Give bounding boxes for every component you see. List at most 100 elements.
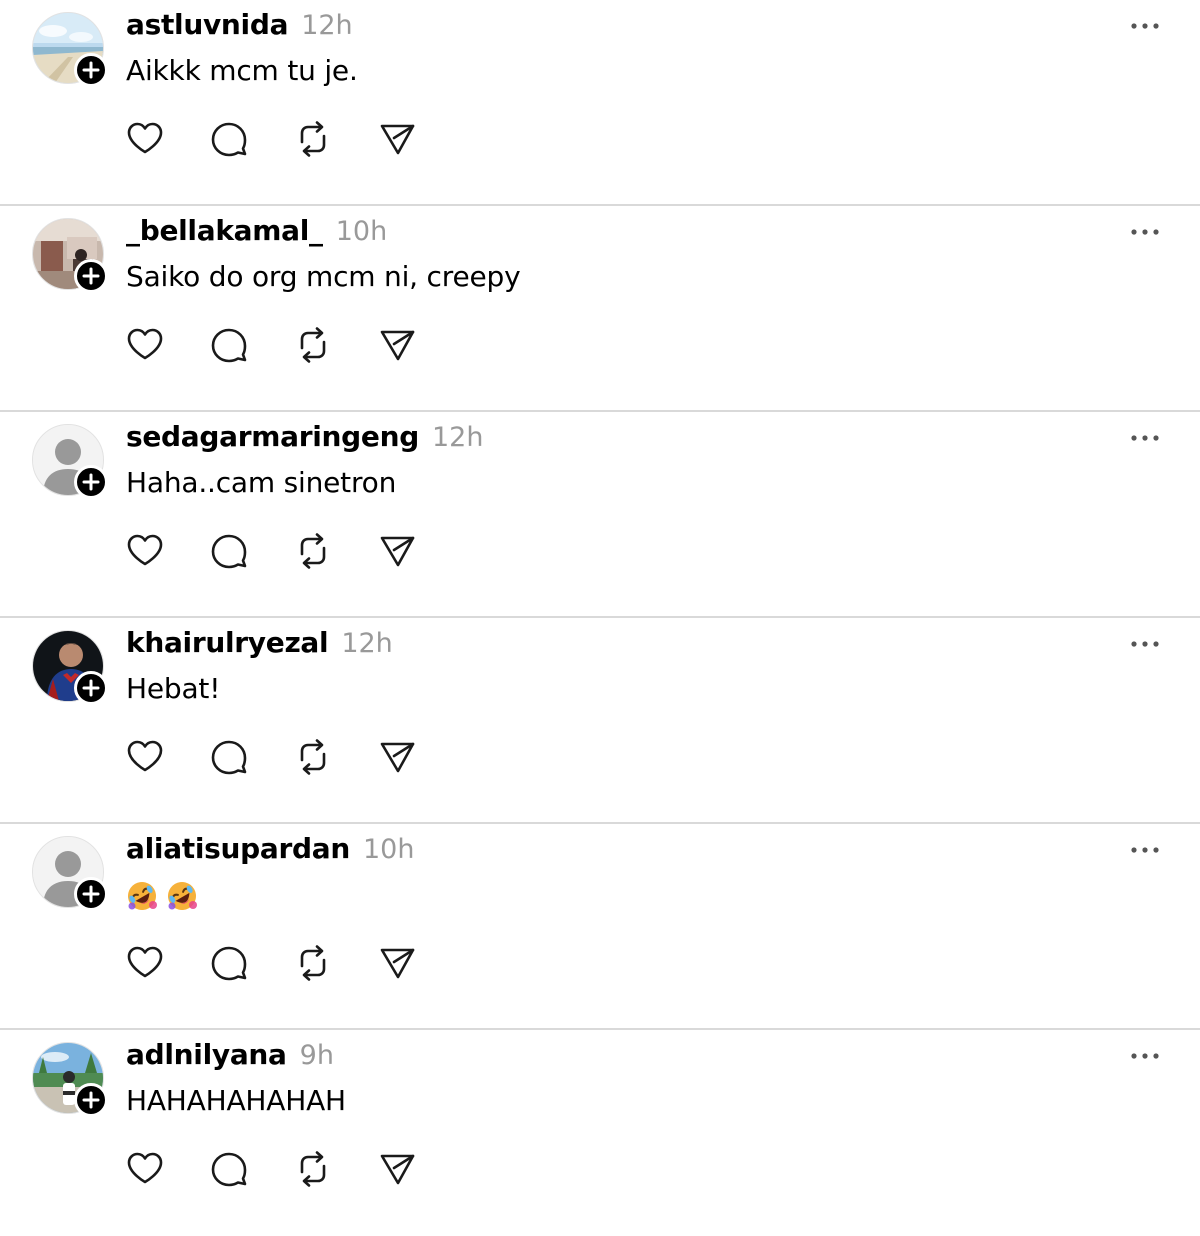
comment-icon: [211, 122, 247, 157]
timestamp[interactable]: 12h: [341, 628, 392, 659]
like-button[interactable]: [124, 118, 166, 160]
action-bar: [124, 942, 460, 986]
action-bar: [124, 118, 460, 162]
more-horizontal-icon: [1131, 23, 1159, 29]
share-button[interactable]: [376, 942, 418, 984]
follow-button[interactable]: [74, 877, 108, 911]
more-options-button[interactable]: [1128, 424, 1162, 452]
send-icon: [380, 536, 415, 567]
more-horizontal-icon: [1131, 641, 1159, 647]
more-options-button[interactable]: [1128, 12, 1162, 40]
post-header: aliatisupardan 10h: [126, 832, 414, 872]
more-options-button[interactable]: [1128, 1042, 1162, 1070]
action-bar: [124, 530, 460, 574]
send-icon: [380, 948, 415, 979]
emoji-row: [126, 880, 198, 912]
repost-icon: [300, 121, 326, 157]
reply-button[interactable]: [208, 942, 250, 984]
timestamp[interactable]: 12h: [432, 422, 483, 453]
username[interactable]: _bellakamal_: [126, 214, 323, 247]
post: _bellakamal_ 10h Saiko do org mcm ni, cr…: [0, 206, 1200, 412]
post: adlnilyana 9h HAHAHAHAHAH: [0, 1030, 1200, 1236]
more-options-button[interactable]: [1128, 218, 1162, 246]
follow-button[interactable]: [74, 53, 108, 87]
follow-button[interactable]: [74, 465, 108, 499]
avatar-container[interactable]: [32, 630, 108, 705]
send-icon: [380, 330, 415, 361]
more-horizontal-icon: [1131, 435, 1159, 441]
post-header: khairulryezal 12h: [126, 626, 393, 666]
replies-feed: astluvnida 12h Aikkk mcm tu je. _bellaka…: [0, 0, 1200, 1236]
action-bar: [124, 324, 460, 368]
username[interactable]: khairulryezal: [126, 626, 329, 659]
repost-button[interactable]: [292, 324, 334, 366]
timestamp[interactable]: 10h: [363, 834, 414, 865]
like-button[interactable]: [124, 530, 166, 572]
avatar-container[interactable]: [32, 1042, 108, 1117]
avatar-container[interactable]: [32, 218, 108, 293]
reply-button[interactable]: [208, 1148, 250, 1190]
post-header: _bellakamal_ 10h: [126, 214, 387, 254]
post: aliatisupardan 10h: [0, 824, 1200, 1030]
send-icon: [380, 742, 415, 773]
more-options-button[interactable]: [1128, 836, 1162, 864]
repost-button[interactable]: [292, 118, 334, 160]
follow-button[interactable]: [74, 259, 108, 293]
post-text: Haha..cam sinetron: [126, 466, 397, 499]
repost-icon: [300, 739, 326, 775]
plus-icon: [82, 679, 100, 697]
plus-icon: [82, 61, 100, 79]
post-text: Aikkk mcm tu je.: [126, 54, 358, 87]
avatar-container[interactable]: [32, 836, 108, 911]
heart-icon: [127, 740, 163, 772]
more-options-button[interactable]: [1128, 630, 1162, 658]
reply-button[interactable]: [208, 118, 250, 160]
like-button[interactable]: [124, 1148, 166, 1190]
username[interactable]: astluvnida: [126, 8, 289, 41]
repost-button[interactable]: [292, 530, 334, 572]
repost-button[interactable]: [292, 1148, 334, 1190]
more-horizontal-icon: [1131, 1053, 1159, 1059]
like-button[interactable]: [124, 942, 166, 984]
timestamp[interactable]: 10h: [336, 216, 387, 247]
reply-button[interactable]: [208, 324, 250, 366]
send-icon: [380, 124, 415, 155]
repost-icon: [300, 1151, 326, 1187]
comment-icon: [211, 1152, 247, 1187]
comment-icon: [211, 740, 247, 775]
post-text: HAHAHAHAHAH: [126, 1084, 346, 1117]
post-text: Hebat!: [126, 672, 221, 705]
like-button[interactable]: [124, 736, 166, 778]
follow-button[interactable]: [74, 671, 108, 705]
post-header: astluvnida 12h: [126, 8, 353, 48]
avatar-container[interactable]: [32, 424, 108, 499]
username[interactable]: aliatisupardan: [126, 832, 350, 865]
timestamp[interactable]: 9h: [300, 1040, 334, 1071]
share-button[interactable]: [376, 530, 418, 572]
timestamp[interactable]: 12h: [301, 10, 352, 41]
plus-icon: [82, 267, 100, 285]
avatar-container[interactable]: [32, 12, 108, 87]
follow-button[interactable]: [74, 1083, 108, 1117]
share-button[interactable]: [376, 324, 418, 366]
username[interactable]: sedagarmaringeng: [126, 420, 419, 453]
share-button[interactable]: [376, 1148, 418, 1190]
comment-icon: [211, 534, 247, 569]
post-header: sedagarmaringeng 12h: [126, 420, 483, 460]
comment-icon: [211, 946, 247, 981]
username[interactable]: adlnilyana: [126, 1038, 287, 1071]
plus-icon: [82, 1091, 100, 1109]
reply-button[interactable]: [208, 530, 250, 572]
heart-icon: [127, 1152, 163, 1184]
heart-icon: [127, 122, 163, 154]
plus-icon: [82, 473, 100, 491]
repost-button[interactable]: [292, 736, 334, 778]
plus-icon: [82, 885, 100, 903]
share-button[interactable]: [376, 736, 418, 778]
reply-button[interactable]: [208, 736, 250, 778]
repost-button[interactable]: [292, 942, 334, 984]
share-button[interactable]: [376, 118, 418, 160]
comment-icon: [211, 328, 247, 363]
like-button[interactable]: [124, 324, 166, 366]
rolling-on-floor-laughing-emoji: [168, 882, 197, 910]
